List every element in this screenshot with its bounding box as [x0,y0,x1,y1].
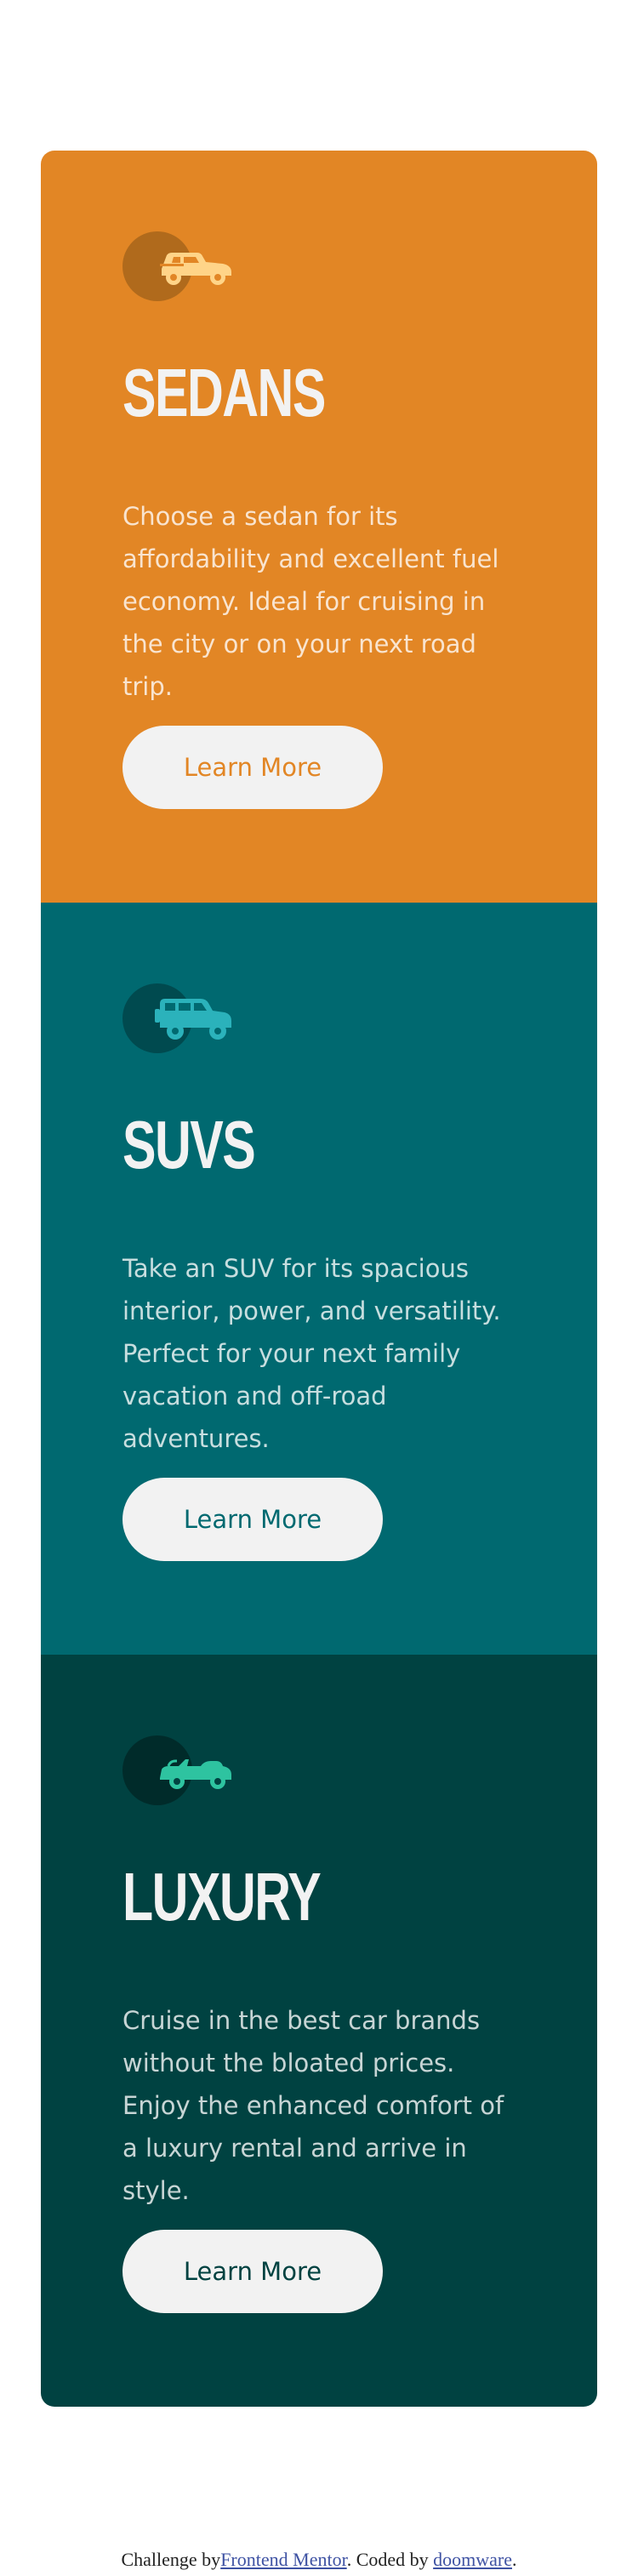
attribution-prefix: Challenge by [121,2549,221,2570]
card-title: SUVS [122,1107,256,1183]
card-title: SEDANS [122,355,326,430]
learn-more-button[interactable]: Learn More [122,1478,383,1561]
frontend-mentor-link[interactable]: Frontend Mentor [220,2549,347,2570]
card-description: Cruise in the best car brands without th… [122,2006,504,2205]
card-sedans: SEDANS Choose a sedan for its affordabil… [41,151,597,903]
card-title: LUXURY [122,1859,322,1935]
sedan-car-icon [122,231,233,301]
luxury-car-icon [122,1735,233,1805]
card-luxury: LUXURY Cruise in the best car brands wit… [41,1655,597,2407]
card-description: Take an SUV for its spacious interior, p… [122,1254,501,1453]
card-suvs: SUVS Take an SUV for its spacious interi… [41,903,597,1655]
attribution-middle: . Coded by [346,2549,434,2570]
author-link[interactable]: doomware [433,2549,512,2570]
suv-car-icon [122,983,233,1053]
learn-more-button[interactable]: Learn More [122,2230,383,2313]
attribution-suffix: . [512,2549,517,2570]
learn-more-button[interactable]: Learn More [122,726,383,809]
attribution: Challenge byFrontend Mentor. Coded by do… [0,2549,638,2571]
card-description: Choose a sedan for its affordability and… [122,502,499,701]
card-container: SEDANS Choose a sedan for its affordabil… [41,151,597,2407]
